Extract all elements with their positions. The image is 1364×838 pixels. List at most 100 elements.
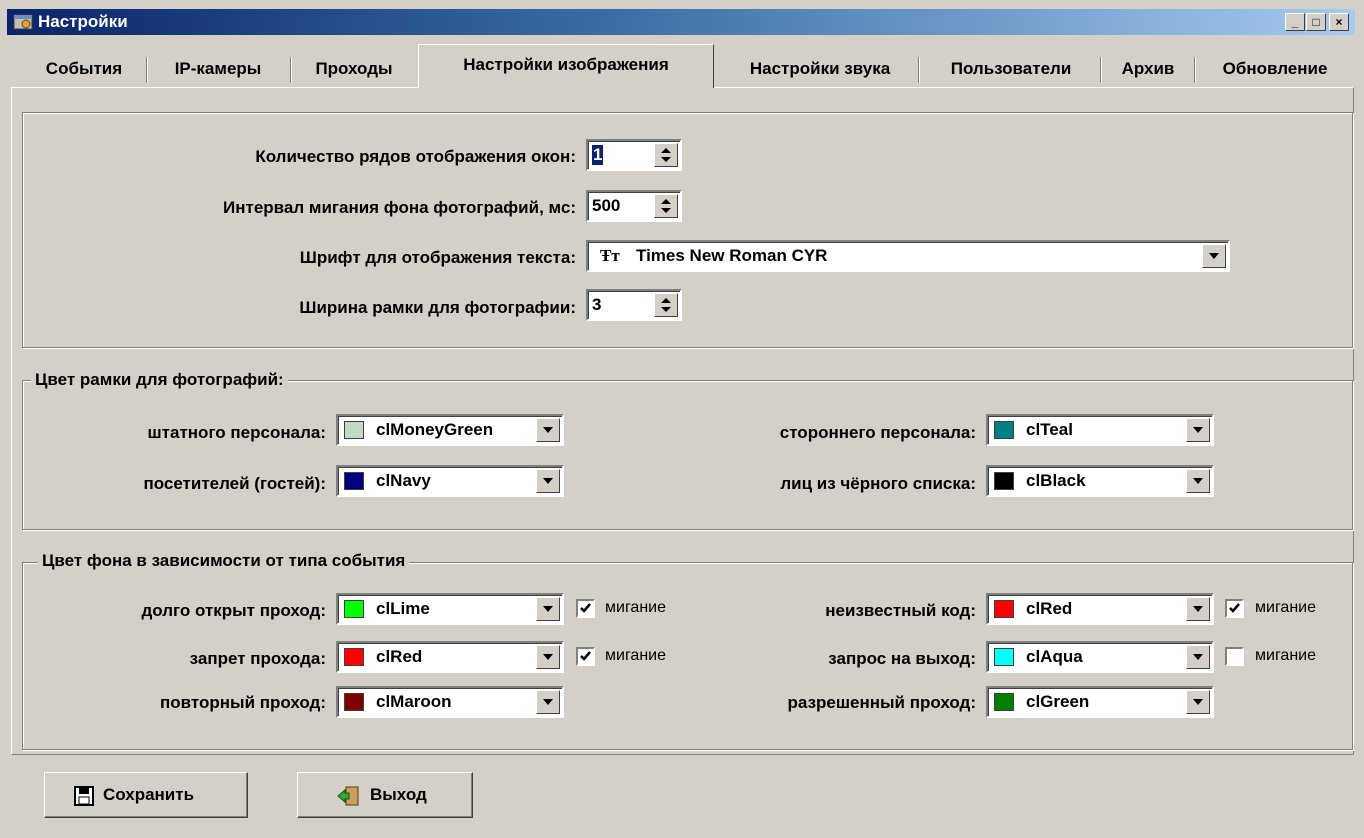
tab-events[interactable]: События: [28, 52, 140, 86]
repeat-swatch: [344, 693, 364, 711]
chevron-down-icon[interactable]: [1202, 244, 1226, 268]
chevron-down-icon[interactable]: [536, 469, 560, 493]
external-label: стороннего персонала:: [779, 423, 976, 442]
chevron-down-icon[interactable]: [1186, 418, 1210, 442]
unknown-code-blink-checkbox[interactable]: [1225, 599, 1244, 618]
exit-request-color-select[interactable]: clAqua: [986, 641, 1214, 673]
staff-swatch: [344, 421, 364, 439]
exit-request-label: запрос на выход:: [828, 649, 976, 668]
rows-label: Количество рядов отображения окон:: [255, 147, 576, 166]
blink-interval-value[interactable]: 500: [592, 196, 620, 216]
chevron-down-icon[interactable]: [536, 418, 560, 442]
blacklist-label: лиц из чёрного списка:: [780, 474, 976, 493]
tab-separator: [1100, 57, 1102, 83]
chevron-down-icon[interactable]: [536, 645, 560, 669]
blacklist-color-value: clBlack: [1026, 471, 1086, 490]
visitors-label: посетителей (гостей):: [143, 474, 326, 493]
staff-color-select[interactable]: clMoneyGreen: [336, 414, 564, 446]
allowed-color-value: clGreen: [1026, 692, 1090, 711]
tab-update[interactable]: Обновление: [1198, 52, 1352, 86]
blacklist-swatch: [994, 472, 1014, 490]
repeat-label: повторный проход:: [160, 693, 326, 712]
save-button[interactable]: Сохранить: [44, 772, 248, 818]
tab-image-settings[interactable]: Настройки изображения: [418, 44, 714, 88]
tab-archive[interactable]: Архив: [1104, 52, 1192, 86]
chevron-down-icon[interactable]: [1186, 597, 1210, 621]
long-open-color-select[interactable]: clLime: [336, 593, 564, 625]
external-color-select[interactable]: clTeal: [986, 414, 1214, 446]
exit-request-swatch: [994, 648, 1014, 666]
allowed-label: разрешенный проход:: [787, 693, 976, 712]
exit-request-blink-checkbox[interactable]: [1225, 647, 1244, 666]
staff-color-value: clMoneyGreen: [376, 420, 494, 439]
save-label: Сохранить: [103, 785, 195, 804]
exit-request-blink-label: мигание: [1255, 647, 1316, 664]
blacklist-color-select[interactable]: clBlack: [986, 465, 1214, 497]
tab-label: Пользователи: [950, 59, 1072, 78]
font-select[interactable]: Ŧт Times New Roman CYR: [586, 240, 1230, 272]
tab-label: Настройки звука: [749, 59, 891, 78]
border-width-spin[interactable]: 3: [586, 289, 682, 321]
font-label: Шрифт для отображения текста:: [299, 248, 576, 267]
border-spin-arrows-icon[interactable]: [654, 293, 678, 317]
checkmark-icon: [580, 651, 591, 661]
chevron-down-icon[interactable]: [1186, 645, 1210, 669]
long-open-swatch: [344, 600, 364, 618]
unknown-code-swatch: [994, 600, 1014, 618]
chevron-down-icon[interactable]: [536, 690, 560, 714]
repeat-color-select[interactable]: clMaroon: [336, 686, 564, 718]
blink-interval-spin[interactable]: 500: [586, 190, 682, 222]
exit-request-color-value: clAqua: [1026, 647, 1083, 666]
rows-spin-arrows-icon[interactable]: [654, 143, 678, 167]
visitors-color-value: clNavy: [376, 471, 431, 490]
maximize-button[interactable]: □: [1306, 13, 1326, 31]
tab-ip-cameras[interactable]: IP-камеры: [150, 52, 286, 86]
tab-sound-settings[interactable]: Настройки звука: [722, 52, 918, 86]
rows-spin[interactable]: 1: [586, 139, 682, 171]
chevron-down-icon[interactable]: [1186, 690, 1210, 714]
title-bar: Настройки _ □ ×: [7, 9, 1355, 35]
tab-label: События: [45, 59, 123, 78]
minimize-button[interactable]: _: [1285, 13, 1305, 31]
tab-separator: [290, 57, 292, 83]
tab-label: Обновление: [1222, 59, 1328, 78]
tab-label: Проходы: [315, 59, 393, 78]
deny-label: запрет прохода:: [189, 649, 326, 668]
border-width-value[interactable]: 3: [592, 295, 601, 315]
checkmark-icon: [580, 603, 591, 613]
blink-spin-arrows-icon[interactable]: [654, 194, 678, 218]
visitors-swatch: [344, 472, 364, 490]
deny-color-select[interactable]: clRed: [336, 641, 564, 673]
unknown-code-label: неизвестный код:: [825, 601, 976, 620]
tab-users[interactable]: Пользователи: [922, 52, 1100, 86]
exit-button[interactable]: Выход: [297, 772, 473, 818]
tab-separator: [918, 57, 920, 83]
repeat-color-value: clMaroon: [376, 692, 452, 711]
truetype-font-icon: Ŧт: [600, 246, 620, 265]
exit-door-icon: [337, 786, 359, 806]
unknown-code-color-select[interactable]: clRed: [986, 593, 1214, 625]
settings-window-icon: [13, 14, 33, 30]
long-open-blink-checkbox[interactable]: [576, 599, 595, 618]
frame-colors-title: Цвет рамки для фотографий:: [31, 370, 288, 390]
chevron-down-icon[interactable]: [1186, 469, 1210, 493]
deny-swatch: [344, 648, 364, 666]
visitors-color-select[interactable]: clNavy: [336, 465, 564, 497]
tab-passages[interactable]: Проходы: [295, 52, 413, 86]
exit-label: Выход: [370, 785, 427, 804]
rows-value[interactable]: 1: [592, 145, 604, 165]
tab-separator: [146, 57, 148, 83]
deny-color-value: clRed: [376, 647, 423, 666]
external-swatch: [994, 421, 1014, 439]
chevron-down-icon[interactable]: [536, 597, 560, 621]
frame-colors-group: [22, 380, 1353, 530]
close-button[interactable]: ×: [1329, 13, 1349, 31]
deny-blink-checkbox[interactable]: [576, 647, 595, 666]
tab-label: Настройки изображения: [463, 55, 669, 74]
long-open-label: долго открыт проход:: [141, 601, 326, 620]
font-value: Times New Roman CYR: [636, 246, 828, 265]
floppy-disk-icon: [74, 786, 94, 806]
blink-interval-label: Интервал мигания фона фотографий, мс:: [223, 198, 576, 217]
allowed-color-select[interactable]: clGreen: [986, 686, 1214, 718]
window-title: Настройки: [38, 12, 128, 31]
